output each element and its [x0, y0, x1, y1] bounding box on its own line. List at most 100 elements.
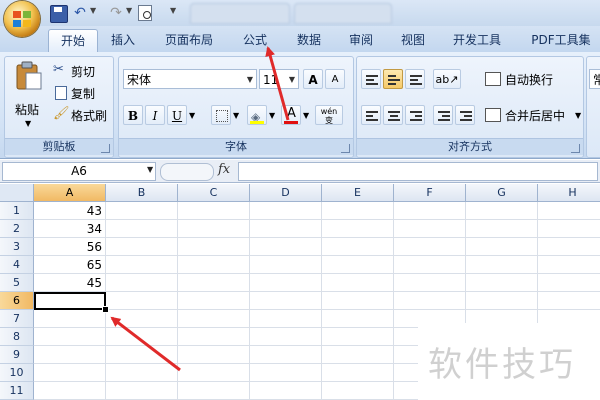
insert-function-icon[interactable]: fx — [218, 162, 230, 177]
cell-f2[interactable] — [394, 220, 466, 238]
font-name-dropdown[interactable]: 宋体 ▼ — [123, 69, 257, 89]
italic-button[interactable]: I — [145, 105, 165, 125]
cell-h6[interactable] — [538, 292, 600, 310]
cell-a8[interactable] — [34, 328, 106, 346]
cell-b4[interactable] — [106, 256, 178, 274]
font-launcher-icon[interactable] — [341, 144, 350, 153]
font-size-dropdown[interactable]: 11 ▼ — [259, 69, 299, 89]
align-center-button[interactable] — [383, 105, 403, 125]
cell-b5[interactable] — [106, 274, 178, 292]
cell-c8[interactable] — [178, 328, 250, 346]
cell-d2[interactable] — [250, 220, 322, 238]
formula-bar-handle[interactable] — [160, 163, 214, 181]
row-header-9[interactable]: 9 — [0, 346, 34, 364]
cell-a7[interactable] — [34, 310, 106, 328]
row-header-10[interactable]: 10 — [0, 364, 34, 382]
cell-h4[interactable] — [538, 256, 600, 274]
font-color-button[interactable]: A — [281, 105, 301, 125]
bottom-align-button[interactable] — [405, 69, 425, 89]
cell-b3[interactable] — [106, 238, 178, 256]
cell-a10[interactable] — [34, 364, 106, 382]
cell-d3[interactable] — [250, 238, 322, 256]
redo-dropdown-icon[interactable]: ▼ — [126, 6, 132, 15]
cell-h5[interactable] — [538, 274, 600, 292]
redo-icon[interactable]: ↷ — [108, 5, 124, 21]
paste-button[interactable]: 粘贴 ▼ — [9, 59, 49, 133]
merge-center-button[interactable]: 合并后居中 ▼ — [485, 105, 581, 125]
tab-data[interactable]: 数据 — [286, 29, 332, 51]
formula-input[interactable] — [238, 162, 598, 181]
cell-a9[interactable] — [34, 346, 106, 364]
row-header-11[interactable]: 11 — [0, 382, 34, 400]
cell-g6[interactable] — [466, 292, 538, 310]
active-cell-outline[interactable] — [34, 292, 106, 310]
cell-e1[interactable] — [322, 202, 394, 220]
row-header-4[interactable]: 4 — [0, 256, 34, 274]
column-header-h[interactable]: H — [538, 184, 600, 202]
cell-f1[interactable] — [394, 202, 466, 220]
cell-a2[interactable]: 34 — [34, 220, 106, 238]
cell-d6[interactable] — [250, 292, 322, 310]
cell-g1[interactable] — [466, 202, 538, 220]
cell-b9[interactable] — [106, 346, 178, 364]
save-icon[interactable] — [50, 5, 68, 23]
fill-color-button[interactable]: ◈ — [247, 105, 267, 125]
merge-dropdown-icon[interactable]: ▼ — [575, 111, 581, 120]
cell-c5[interactable] — [178, 274, 250, 292]
align-right-button[interactable] — [405, 105, 425, 125]
cell-d9[interactable] — [250, 346, 322, 364]
cell-b8[interactable] — [106, 328, 178, 346]
middle-align-button[interactable] — [383, 69, 403, 89]
cell-e10[interactable] — [322, 364, 394, 382]
paste-dropdown-icon[interactable]: ▼ — [25, 119, 31, 128]
cell-e5[interactable] — [322, 274, 394, 292]
row-header-6[interactable]: 6 — [0, 292, 34, 310]
cell-e6[interactable] — [322, 292, 394, 310]
cell-a5[interactable]: 45 — [34, 274, 106, 292]
cell-e8[interactable] — [322, 328, 394, 346]
column-header-g[interactable]: G — [466, 184, 538, 202]
bold-button[interactable]: B — [123, 105, 143, 125]
tab-review[interactable]: 审阅 — [338, 29, 384, 51]
row-header-1[interactable]: 1 — [0, 202, 34, 220]
cell-a4[interactable]: 65 — [34, 256, 106, 274]
cell-f3[interactable] — [394, 238, 466, 256]
increase-indent-button[interactable] — [455, 105, 475, 125]
borders-button[interactable] — [211, 105, 231, 125]
clipboard-launcher-icon[interactable] — [101, 144, 110, 153]
cell-b6[interactable] — [106, 292, 178, 310]
cell-g3[interactable] — [466, 238, 538, 256]
tab-page-layout[interactable]: 页面布局 — [156, 29, 222, 51]
wrap-text-button[interactable]: 自动换行 — [485, 69, 577, 89]
tab-view[interactable]: 视图 — [390, 29, 436, 51]
cell-h1[interactable] — [538, 202, 600, 220]
name-box[interactable]: A6 — [2, 162, 156, 181]
tab-developer[interactable]: 开发工具 — [444, 29, 510, 51]
alignment-launcher-icon[interactable] — [571, 144, 580, 153]
tab-formulas[interactable]: 公式 — [232, 29, 278, 51]
cell-g5[interactable] — [466, 274, 538, 292]
format-painter-button[interactable]: 🖌 格式刷 — [53, 105, 111, 125]
cell-d10[interactable] — [250, 364, 322, 382]
cell-e11[interactable] — [322, 382, 394, 400]
cell-b2[interactable] — [106, 220, 178, 238]
cell-d11[interactable] — [250, 382, 322, 400]
cell-g4[interactable] — [466, 256, 538, 274]
customize-toolbar-icon[interactable]: ▼ — [170, 6, 176, 15]
underline-dropdown-icon[interactable]: ▼ — [189, 111, 195, 120]
cell-d7[interactable] — [250, 310, 322, 328]
borders-dropdown-icon[interactable]: ▼ — [233, 111, 239, 120]
font-color-dropdown-icon[interactable]: ▼ — [303, 111, 309, 120]
decrease-font-button[interactable]: A — [325, 69, 345, 89]
cell-e3[interactable] — [322, 238, 394, 256]
cell-c9[interactable] — [178, 346, 250, 364]
cell-d4[interactable] — [250, 256, 322, 274]
column-header-f[interactable]: F — [394, 184, 466, 202]
cell-h2[interactable] — [538, 220, 600, 238]
decrease-indent-button[interactable] — [433, 105, 453, 125]
cell-a11[interactable] — [34, 382, 106, 400]
fill-handle[interactable] — [102, 306, 109, 313]
row-header-7[interactable]: 7 — [0, 310, 34, 328]
cell-b11[interactable] — [106, 382, 178, 400]
cell-c10[interactable] — [178, 364, 250, 382]
